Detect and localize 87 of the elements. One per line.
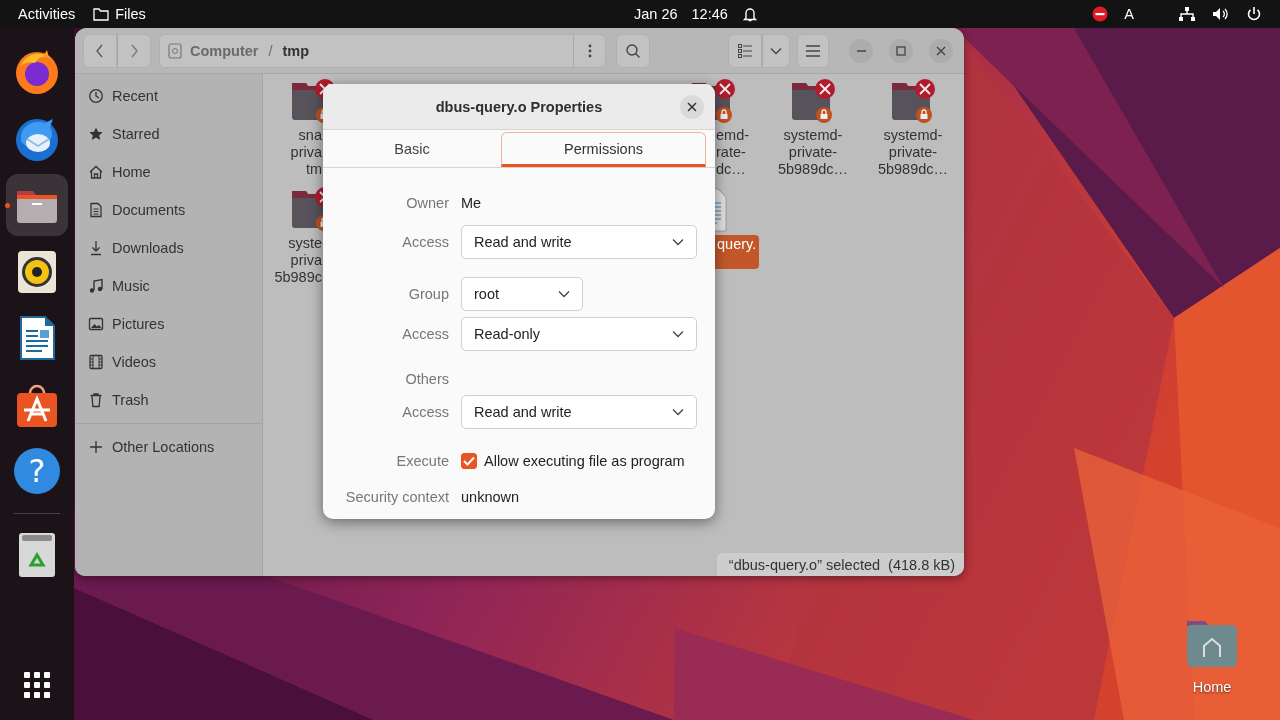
chevron-down-icon	[770, 46, 782, 55]
sidebar-item[interactable]: Downloads	[75, 229, 262, 267]
chevron-down-icon	[672, 238, 684, 246]
tab[interactable]: Permissions	[501, 132, 706, 167]
path-crumb[interactable]: tmp	[282, 42, 310, 59]
chevron-down-icon	[672, 330, 684, 338]
music-note-icon	[88, 278, 104, 294]
close-button[interactable]	[680, 95, 704, 119]
chevron-down-icon	[558, 290, 570, 298]
close-icon	[687, 102, 697, 112]
input-source-indicator[interactable]: A	[1124, 6, 1134, 22]
sidebar-item[interactable]: Home	[75, 153, 262, 191]
download-icon	[88, 240, 104, 256]
maximize-icon	[896, 45, 906, 56]
sidebar-item[interactable]: Videos	[75, 343, 262, 381]
field-label: Access	[401, 234, 449, 250]
file-name[interactable]: systemd- private- 5b989dc…	[777, 127, 849, 178]
app-menu-label[interactable]: Files	[115, 6, 146, 22]
menu-button[interactable]	[797, 33, 829, 68]
view-button[interactable]	[728, 33, 762, 68]
field-value: unknown	[461, 489, 521, 505]
house-icon	[88, 164, 104, 180]
search-icon	[625, 42, 641, 59]
network-icon[interactable]	[1178, 6, 1196, 22]
list-view-icon	[738, 43, 752, 58]
minimize-icon	[856, 49, 866, 52]
chevron-left-icon	[95, 42, 105, 59]
field-label: Security context	[344, 489, 449, 505]
app-grid-icon[interactable]	[24, 672, 50, 698]
help-icon[interactable]: ?	[14, 448, 60, 494]
search-button[interactable]	[616, 33, 650, 68]
status-bar: “dbus-query.o” selected (418.8 kB)	[716, 553, 964, 576]
plus-icon	[88, 439, 104, 455]
close-icon	[936, 45, 946, 56]
power-icon[interactable]	[1246, 6, 1262, 22]
field-label: Execute	[395, 453, 449, 469]
minus-circle-icon[interactable]	[1092, 6, 1109, 22]
chevron-right-icon	[129, 42, 139, 59]
sidebar-item[interactable]: Recent	[75, 77, 262, 115]
kebab-menu-icon	[587, 43, 592, 58]
maximize-button[interactable]	[889, 38, 913, 63]
trash-icon	[88, 392, 104, 408]
file-name[interactable]: syste priva 5b989c	[274, 235, 322, 286]
sidebar-item[interactable]: Pictures	[75, 305, 262, 343]
path-separator: /	[267, 42, 274, 59]
field-label: Access	[401, 326, 449, 342]
recycle-bin-icon[interactable]	[17, 530, 57, 579]
star-icon	[88, 126, 104, 142]
file-name[interactable]: emd- rate- dc…	[716, 127, 750, 178]
dialog-title: dbus-query.o Properties	[435, 98, 603, 115]
file-name[interactable]: systemd- private- 5b989dc…	[877, 127, 949, 178]
date-label[interactable]: Jan 26	[634, 6, 678, 22]
checkmark-icon	[463, 456, 475, 466]
dropdown[interactable]: root	[461, 277, 583, 311]
field-label: Owner	[405, 195, 449, 211]
sidebar-item[interactable]: Music	[75, 267, 262, 305]
folder-icon	[93, 7, 110, 21]
bell-icon[interactable]	[741, 6, 758, 22]
checkbox-label[interactable]: Allow executing file as program	[484, 453, 685, 469]
path-bar[interactable]: Computer / tmp	[159, 33, 606, 68]
sidebar-item[interactable]: Other Locations	[75, 428, 262, 466]
speaker-icon[interactable]	[1212, 6, 1230, 22]
dropdown[interactable]: Read and write	[461, 395, 697, 429]
film-icon	[88, 354, 104, 370]
time-label[interactable]: 12:46	[691, 6, 728, 22]
drive-icon	[168, 42, 182, 59]
menu-icon	[806, 44, 820, 57]
sidebar-item[interactable]: Starred	[75, 115, 262, 153]
file-name[interactable]: sna priva tm	[290, 127, 322, 178]
field-label: Access	[401, 404, 449, 420]
sidebar-item[interactable]: Documents	[75, 191, 262, 229]
clock-icon	[88, 88, 104, 104]
dropdown[interactable]: Read-only	[461, 317, 697, 351]
close-button[interactable]	[929, 38, 953, 63]
image-icon	[88, 316, 104, 332]
chevron-down-icon	[672, 408, 684, 416]
field-label: Others	[404, 371, 449, 387]
tab[interactable]: Basic	[323, 132, 501, 167]
minimize-button[interactable]	[849, 38, 873, 63]
sidebar-item[interactable]: Trash	[75, 381, 262, 419]
document-icon	[88, 202, 104, 218]
activities-button[interactable]: Activities	[18, 6, 76, 22]
dropdown[interactable]: Read and write	[461, 225, 697, 259]
checkbox[interactable]	[461, 453, 477, 469]
firefox-icon[interactable]	[13, 48, 61, 96]
field-value: Me	[461, 195, 483, 211]
field-label: Group	[407, 286, 449, 302]
